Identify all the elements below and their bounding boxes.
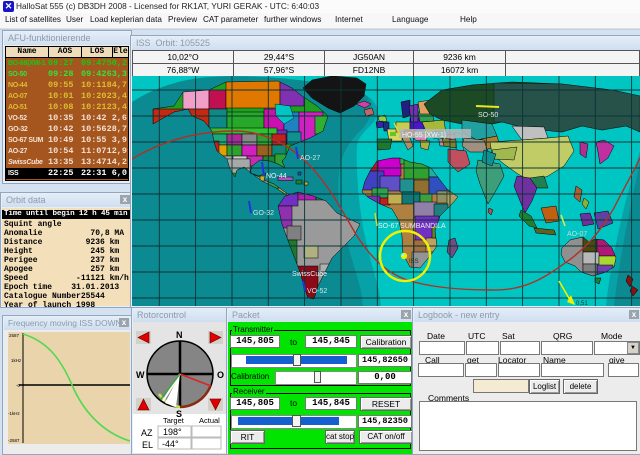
svg-text:NO-44: NO-44 [266,173,287,180]
svg-text:VO-52: VO-52 [307,288,327,295]
svg-text:-1kHz: -1kHz [8,411,21,416]
svg-text:O: O [217,370,224,380]
svg-text:AO-07: AO-07 [567,231,587,238]
svg-text:-44°: -44° [162,439,179,449]
svg-text:0,51: 0,51 [576,301,588,306]
svg-text:SO-67 SUMBANDILA: SO-67 SUMBANDILA [378,223,446,230]
svg-text:-2587: -2587 [8,438,20,443]
svg-text:N: N [176,330,183,340]
svg-text:HO-55 [XW-1]: HO-55 [XW-1] [402,132,446,139]
svg-text:198°: 198° [163,427,182,437]
svg-text:AO-27: AO-27 [300,155,320,162]
svg-text:Target: Target [163,416,185,425]
svg-text:Actual: Actual [199,416,220,425]
svg-text:-0: -0 [16,383,20,388]
svg-text:SwissCube: SwissCube [292,271,327,278]
svg-text:2587: 2587 [9,333,20,338]
svg-text:W: W [136,370,145,380]
svg-text:GO-32: GO-32 [253,210,274,217]
svg-text:EL: EL [142,440,153,450]
svg-text:SO-50: SO-50 [478,112,498,119]
svg-text:ISS: ISS [409,259,419,265]
svg-text:AZ: AZ [141,428,153,438]
svg-text:1kHz: 1kHz [11,358,22,363]
